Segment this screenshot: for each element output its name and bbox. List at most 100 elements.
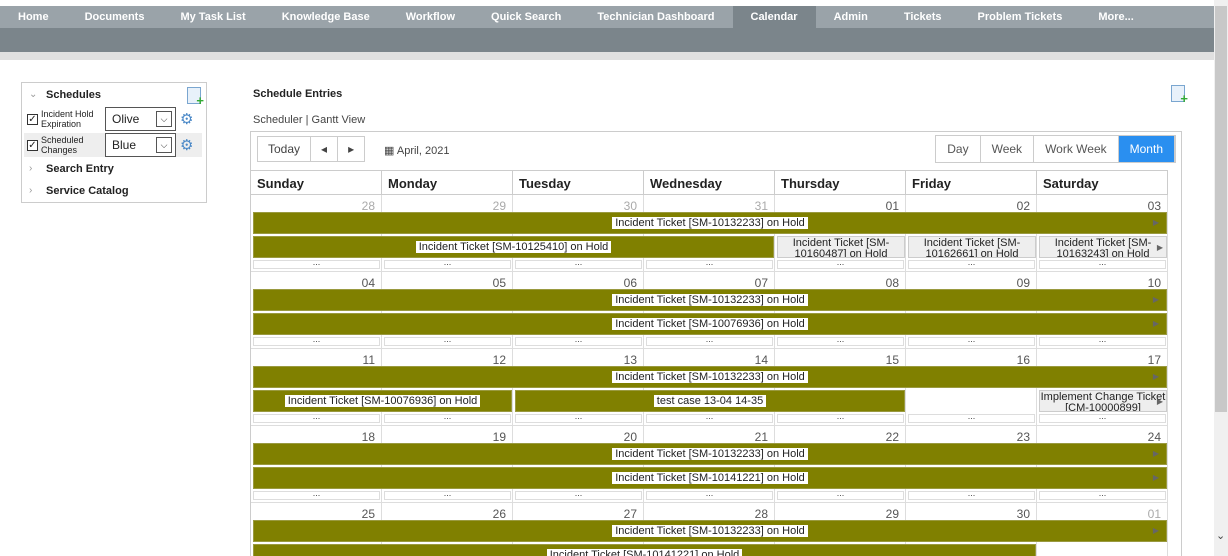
more-arrow-icon[interactable]: ▶: [1157, 242, 1163, 253]
nav-knowledge-base[interactable]: Knowledge Base: [264, 6, 388, 28]
gantt-view-link[interactable]: Gantt View: [312, 114, 366, 126]
calendar-event[interactable]: Incident Ticket [SM-10076936] on Hold ▶: [253, 313, 1167, 335]
more-events-button[interactable]: ...: [515, 335, 642, 346]
more-events-button[interactable]: ...: [646, 335, 773, 346]
more-arrow-icon[interactable]: ▶: [1150, 526, 1162, 535]
more-events-button[interactable]: ...: [515, 489, 642, 500]
chevron-right-icon[interactable]: ›: [29, 163, 32, 174]
more-events-button[interactable]: ...: [646, 258, 773, 269]
more-events-button[interactable]: ...: [908, 489, 1035, 500]
chevron-right-icon[interactable]: ›: [29, 185, 32, 196]
calendar-event[interactable]: Incident Ticket [SM-10132233] on Hold ▶: [253, 520, 1167, 542]
more-events-button[interactable]: ...: [908, 335, 1035, 346]
scroll-thumb[interactable]: [1215, 6, 1227, 412]
more-events-button[interactable]: ...: [384, 489, 511, 500]
more-events-button[interactable]: ...: [253, 335, 380, 346]
service-catalog-heading[interactable]: Service Catalog: [46, 185, 129, 197]
more-arrow-icon[interactable]: ▶: [1157, 396, 1163, 407]
nav-quick-search[interactable]: Quick Search: [473, 6, 579, 28]
chevron-down-icon[interactable]: ⌵: [156, 137, 172, 153]
nav-more-[interactable]: More...: [1080, 6, 1151, 28]
more-events-button[interactable]: ...: [908, 258, 1035, 269]
scroll-down-icon[interactable]: ⌄: [1216, 529, 1225, 542]
calendar-event[interactable]: Incident Ticket [SM-10160487] on Hold: [777, 236, 905, 258]
prev-button[interactable]: ◂: [311, 137, 339, 161]
more-events-button[interactable]: ...: [384, 335, 511, 346]
more-arrow-icon[interactable]: ▶: [1150, 319, 1162, 328]
more-events-button[interactable]: ...: [1039, 335, 1166, 346]
calendar-event[interactable]: Incident Ticket [SM-10076936] on Hold: [253, 390, 512, 412]
separator: |: [305, 114, 309, 126]
more-arrow-icon[interactable]: ▶: [1150, 473, 1162, 482]
more-events-button[interactable]: ...: [253, 489, 380, 500]
more-events-button[interactable]: ...: [384, 412, 511, 423]
more-events-button[interactable]: ...: [1039, 412, 1166, 423]
gear-icon[interactable]: ⚙: [180, 110, 193, 128]
page-scrollbar[interactable]: ⌄: [1214, 0, 1228, 556]
calendar-event[interactable]: Incident Ticket [SM-10132233] on Hold ▶: [253, 443, 1167, 465]
calendar-event[interactable]: Incident Ticket [SM-10132233] on Hold ▶: [253, 366, 1167, 388]
color-select-scheduled-changes[interactable]: Blue ⌵: [105, 133, 176, 157]
calendar-event[interactable]: Incident Ticket [SM-10141221] on Hold ▶: [253, 467, 1167, 489]
nav-tickets[interactable]: Tickets: [886, 6, 960, 28]
scheduler-link[interactable]: Scheduler: [253, 114, 303, 126]
more-events-button[interactable]: ...: [253, 258, 380, 269]
calendar-event[interactable]: Incident Ticket [SM-10163243] on Hold ▶: [1039, 236, 1167, 258]
view-work-week[interactable]: Work Week: [1034, 136, 1119, 162]
schedules-heading[interactable]: Schedules: [46, 89, 101, 101]
checkbox-incident-hold[interactable]: ✓: [27, 114, 38, 125]
more-events-button[interactable]: ...: [1039, 258, 1166, 269]
view-day[interactable]: Day: [936, 136, 981, 162]
week-row: 25 26 27 28 29 30 01 Incident Ticket [SM-101322…: [251, 503, 1168, 556]
nav-admin[interactable]: Admin: [816, 6, 886, 28]
calendar-event[interactable]: Incident Ticket [SM-10132233] on Hold ▶: [253, 212, 1167, 234]
checkbox-scheduled-changes[interactable]: ✓: [27, 140, 38, 151]
nav-workflow[interactable]: Workflow: [388, 6, 473, 28]
calendar-event[interactable]: test case 13-04 14-35: [515, 390, 905, 412]
event-label: Incident Ticket [SM-10132233] on Hold: [612, 525, 808, 537]
more-arrow-icon[interactable]: ▶: [1150, 218, 1162, 227]
calendar-event[interactable]: Incident Ticket [SM-10132233] on Hold ▶: [253, 289, 1167, 311]
chevron-down-icon[interactable]: ⌵: [156, 111, 172, 127]
more-events-button[interactable]: ...: [777, 489, 904, 500]
gear-icon[interactable]: ⚙: [180, 136, 193, 154]
view-month[interactable]: Month: [1118, 136, 1175, 162]
nav-problem-tickets[interactable]: Problem Tickets: [960, 6, 1081, 28]
nav-my-task-list[interactable]: My Task List: [162, 6, 263, 28]
today-button[interactable]: Today: [258, 137, 312, 161]
more-arrow-icon[interactable]: ▶: [1150, 295, 1162, 304]
more-arrow-icon[interactable]: ▶: [1150, 449, 1162, 458]
more-events-button[interactable]: ...: [1039, 489, 1166, 500]
more-events-button[interactable]: ...: [908, 412, 1035, 423]
view-week[interactable]: Week: [981, 136, 1035, 162]
next-button[interactable]: ▸: [338, 137, 364, 161]
more-events-button[interactable]: ...: [777, 258, 904, 269]
event-label: test case 13-04 14-35: [653, 395, 767, 407]
nav-home[interactable]: Home: [0, 6, 67, 28]
schedule-scheduled-changes: ✓ Scheduled Changes Blue ⌵ ⚙: [24, 133, 202, 157]
nav-documents[interactable]: Documents: [67, 6, 163, 28]
more-events-button[interactable]: ...: [777, 335, 904, 346]
search-entry-heading[interactable]: Search Entry: [46, 163, 114, 175]
color-select-incident-hold[interactable]: Olive ⌵: [105, 107, 176, 131]
nav-calendar[interactable]: Calendar: [732, 6, 816, 28]
add-entry-icon[interactable]: +: [1171, 85, 1188, 105]
more-events-button[interactable]: ...: [384, 258, 511, 269]
event-label: Incident Ticket [SM-10132233] on Hold: [612, 448, 808, 460]
calendar-event[interactable]: Incident Ticket [SM-10125410] on Hold: [253, 236, 774, 258]
month-grid-scroll[interactable]: 28 29 30 31 01 02 03 Incident Ticket [SM-101322…: [251, 195, 1182, 556]
calendar-event[interactable]: Incident Ticket [SM-10162661] on Hold: [908, 236, 1036, 258]
more-arrow-icon[interactable]: ▶: [1150, 372, 1162, 381]
add-schedule-icon[interactable]: +: [187, 87, 204, 107]
nav-technician-dashboard[interactable]: Technician Dashboard: [579, 6, 732, 28]
more-events-button[interactable]: ...: [646, 489, 773, 500]
current-date[interactable]: ▦ April, 2021: [384, 144, 449, 157]
more-events-button[interactable]: ...: [515, 412, 642, 423]
calendar-event[interactable]: Incident Ticket [SM-10141221] on Hold: [253, 544, 1036, 556]
more-events-button[interactable]: ...: [777, 412, 904, 423]
more-events-button[interactable]: ...: [646, 412, 773, 423]
more-events-button[interactable]: ...: [253, 412, 380, 423]
calendar-event[interactable]: Implement Change Ticket [CM-10000899] ▶: [1039, 390, 1167, 412]
more-events-button[interactable]: ...: [515, 258, 642, 269]
chevron-down-icon[interactable]: ⌄: [29, 89, 37, 100]
